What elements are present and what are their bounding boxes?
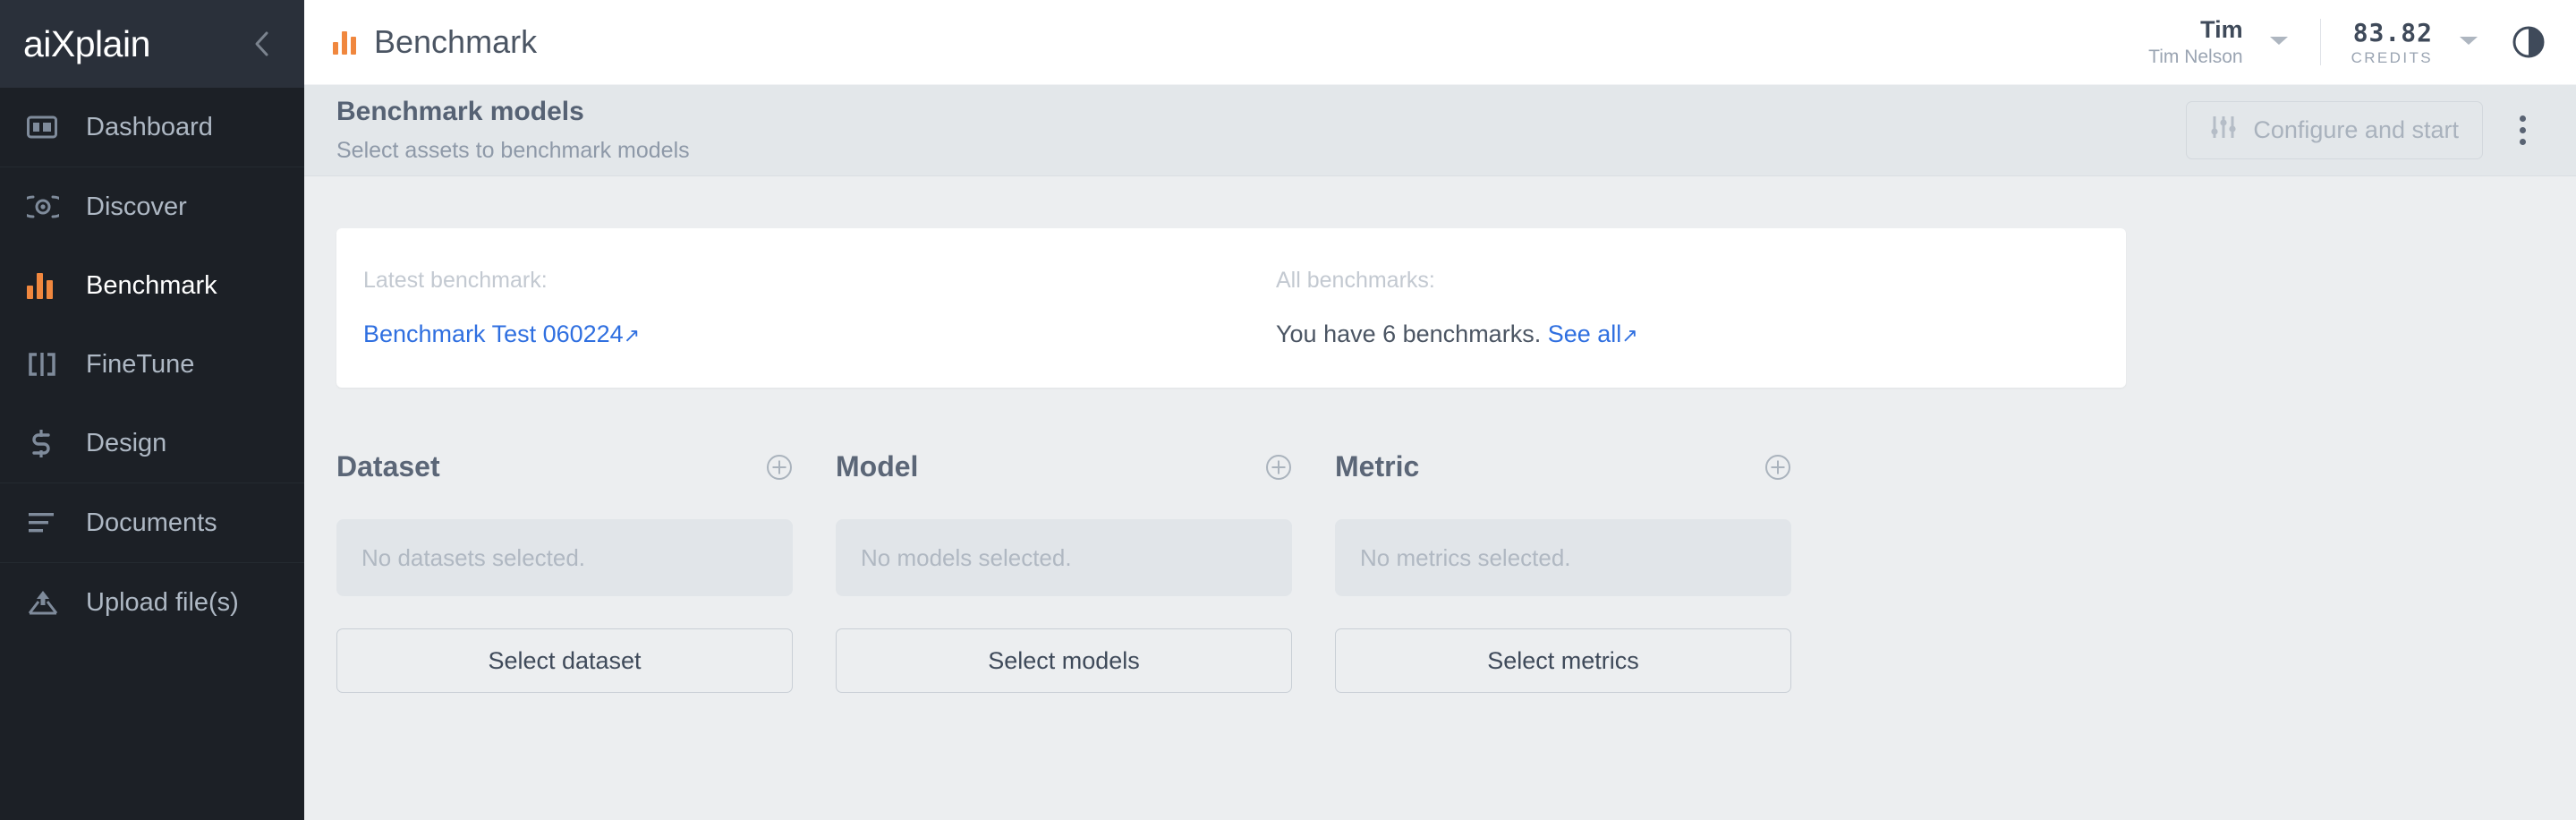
topbar-divider [2319, 19, 2321, 65]
model-empty-state: No models selected. [836, 519, 1292, 596]
model-column-title: Model [836, 450, 919, 483]
dataset-column-title: Dataset [336, 450, 440, 483]
chevron-left-icon [255, 31, 268, 56]
tune-brackets-icon [27, 351, 66, 378]
sidebar-collapse-button[interactable] [247, 29, 277, 59]
bar-chart-icon [27, 272, 66, 299]
dataset-empty-text: No datasets selected. [361, 543, 586, 571]
user-short-name: Tim [2200, 16, 2243, 43]
page-title-text: Benchmark [374, 23, 538, 60]
sidebar-header: aiXplain [0, 0, 304, 88]
brand-logo-text: aiXplain [23, 22, 150, 64]
page-title: Benchmark [333, 23, 2148, 61]
content-area: Latest benchmark: Benchmark Test 060224↗… [304, 176, 2576, 820]
user-menu[interactable]: Tim Tim Nelson [2148, 15, 2242, 69]
external-link-arrow-icon: ↗ [1621, 323, 1638, 346]
add-model-circle-plus-icon[interactable] [1265, 454, 1292, 481]
metric-column-title: Metric [1335, 450, 1420, 483]
theme-toggle-button[interactable] [2512, 25, 2546, 59]
sidebar-item-label: FineTune [86, 349, 195, 379]
sidebar-item-finetune[interactable]: FineTune [0, 325, 304, 404]
app-root: aiXplain Dashboard Discover Benchmark Fi… [0, 0, 2576, 820]
sub-header-subtitle: Select assets to benchmark models [336, 137, 690, 163]
credits-amount: 83.82 [2352, 17, 2433, 47]
latest-benchmark-link-text: Benchmark Test 060224 [363, 320, 624, 347]
layout-panel-icon [27, 115, 66, 140]
configure-and-start-label: Configure and start [2253, 116, 2459, 143]
sidebar-item-upload-files[interactable]: Upload file(s) [0, 563, 304, 642]
topbar-right: Tim Tim Nelson 83.82 CREDITS [2148, 15, 2546, 69]
benchmark-info-card: Latest benchmark: Benchmark Test 060224↗… [336, 228, 2126, 388]
top-bar: Benchmark Tim Tim Nelson 83.82 CREDITS [304, 0, 2576, 85]
sliders-icon [2210, 115, 2237, 146]
latest-benchmark-value: Benchmark Test 060224↗ [363, 320, 640, 347]
upload-icon [27, 589, 66, 616]
credits-label: CREDITS [2351, 48, 2433, 66]
select-metrics-button[interactable]: Select metrics [1335, 628, 1791, 693]
see-all-link-text: See all [1547, 320, 1622, 347]
sidebar-item-benchmark[interactable]: Benchmark [0, 246, 304, 325]
sidebar-item-documents[interactable]: Documents [0, 483, 304, 562]
select-models-button[interactable]: Select models [836, 628, 1292, 693]
user-menu-chevron-down-icon[interactable] [2268, 34, 2290, 51]
sidebar-item-dashboard[interactable]: Dashboard [0, 88, 304, 167]
flow-s-icon [27, 429, 66, 457]
select-dataset-label: Select dataset [488, 646, 642, 674]
lines-icon [27, 511, 66, 534]
latest-benchmark-block: Latest benchmark: Benchmark Test 060224↗ [363, 264, 1276, 352]
latest-benchmark-link[interactable]: Benchmark Test 060224↗ [363, 320, 640, 347]
credits-display[interactable]: 83.82 CREDITS [2351, 17, 2433, 67]
configure-and-start-button[interactable]: Configure and start [2186, 101, 2483, 159]
sidebar-item-discover[interactable]: Discover [0, 167, 304, 246]
credits-chevron-down-icon[interactable] [2458, 34, 2479, 51]
sidebar-item-label: Documents [86, 508, 217, 537]
dataset-column-header: Dataset [336, 450, 793, 483]
external-link-arrow-icon: ↗ [623, 323, 641, 346]
contrast-half-circle-icon [2512, 26, 2545, 58]
sidebar-item-label: Dashboard [86, 112, 213, 141]
sidebar-item-label: Benchmark [86, 270, 217, 300]
all-benchmarks-count-text: You have 6 benchmarks. [1276, 320, 1542, 347]
radar-circle-icon [27, 193, 66, 220]
dataset-empty-state: No datasets selected. [336, 519, 793, 596]
more-vertical-icon[interactable] [2499, 107, 2546, 154]
add-dataset-circle-plus-icon[interactable] [766, 454, 793, 481]
model-empty-text: No models selected. [861, 543, 1072, 571]
latest-benchmark-label: Latest benchmark: [363, 268, 548, 293]
selection-columns: Dataset No datasets selected. Select dat… [336, 450, 2544, 693]
metric-column-header: Metric [1335, 450, 1791, 483]
user-full-name: Tim Nelson [2148, 46, 2243, 67]
model-column-header: Model [836, 450, 1292, 483]
select-models-label: Select models [988, 646, 1140, 674]
sub-header-text: Benchmark models Select assets to benchm… [336, 94, 2186, 166]
see-all-link[interactable]: See all↗ [1548, 320, 1638, 347]
sidebar-item-label: Upload file(s) [86, 587, 239, 617]
select-metrics-label: Select metrics [1487, 646, 1639, 674]
metric-column: Metric No metrics selected. Select metri… [1335, 450, 1791, 693]
brand-logo[interactable]: aiXplain [23, 23, 247, 65]
sidebar: aiXplain Dashboard Discover Benchmark Fi… [0, 0, 304, 820]
sidebar-item-design[interactable]: Design [0, 404, 304, 483]
bar-chart-icon [333, 30, 356, 55]
sidebar-item-label: Discover [86, 192, 187, 221]
select-dataset-button[interactable]: Select dataset [336, 628, 793, 693]
dataset-column: Dataset No datasets selected. Select dat… [336, 450, 793, 693]
metric-empty-text: No metrics selected. [1360, 543, 1571, 571]
sub-header: Benchmark models Select assets to benchm… [304, 85, 2576, 176]
sidebar-item-label: Design [86, 428, 167, 457]
all-benchmarks-label: All benchmarks: [1276, 268, 1435, 293]
sub-header-title: Benchmark models [336, 97, 584, 127]
main-area: Benchmark Tim Tim Nelson 83.82 CREDITS B… [304, 0, 2576, 820]
add-metric-circle-plus-icon[interactable] [1764, 454, 1791, 481]
all-benchmarks-value: You have 6 benchmarks. See all↗ [1276, 320, 1638, 347]
all-benchmarks-block: All benchmarks: You have 6 benchmarks. S… [1276, 264, 2189, 352]
metric-empty-state: No metrics selected. [1335, 519, 1791, 596]
model-column: Model No models selected. Select models [836, 450, 1292, 693]
sidebar-nav: Dashboard Discover Benchmark FineTune De… [0, 88, 304, 820]
